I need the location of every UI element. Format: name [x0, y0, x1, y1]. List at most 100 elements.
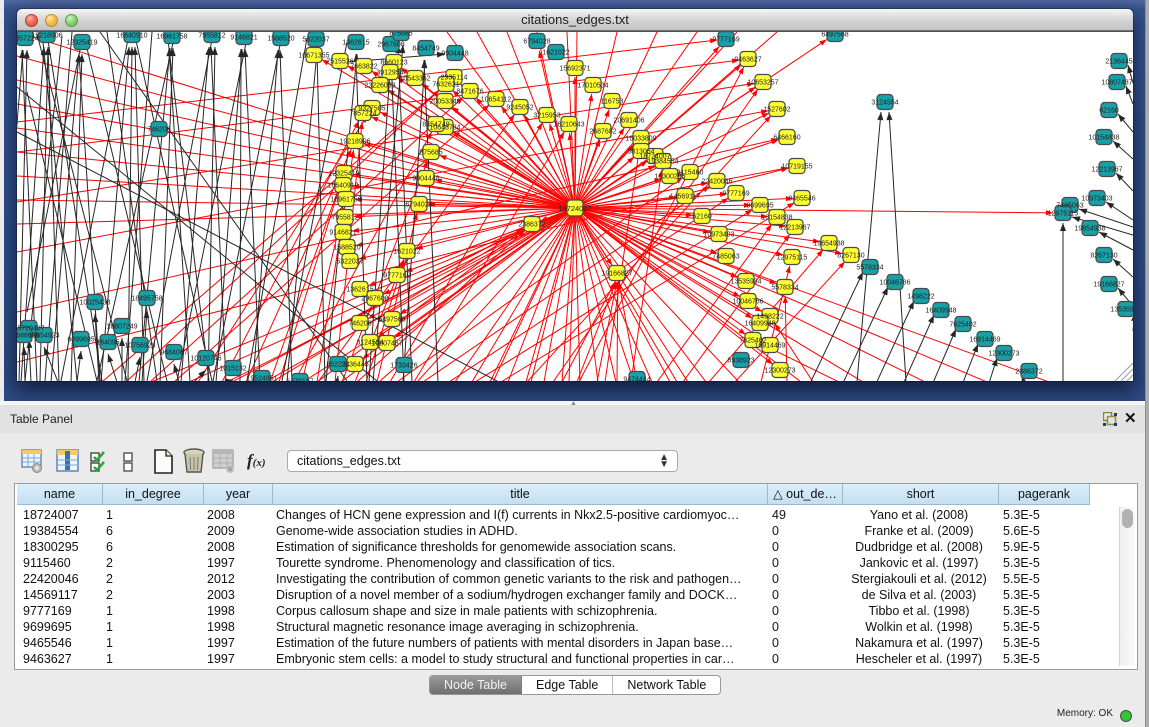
- svg-text:15720407: 15720407: [17, 326, 45, 333]
- svg-text:9245052: 9245052: [506, 105, 533, 112]
- svg-text:5322037: 5322037: [302, 37, 329, 44]
- svg-text:16914469: 16914469: [969, 337, 1000, 344]
- svg-text:9463627: 9463627: [734, 57, 761, 64]
- svg-text:1621022: 1621022: [542, 50, 569, 57]
- svg-text:7857224: 7857224: [349, 111, 376, 118]
- svg-text:7955812: 7955812: [331, 215, 358, 222]
- svg-text:2935114: 2935114: [441, 75, 468, 82]
- svg-text:12300273: 12300273: [764, 368, 795, 375]
- svg-text:19218906: 19218906: [339, 139, 370, 146]
- svg-text:1527602: 1527602: [763, 107, 790, 114]
- svg-text:164095: 164095: [96, 340, 119, 347]
- svg-text:9777169: 9777169: [712, 37, 739, 44]
- svg-text:1588520: 1588520: [333, 245, 360, 252]
- svg-text:7663822: 7663822: [350, 64, 377, 71]
- svg-text:1733426: 1733426: [390, 363, 417, 370]
- svg-text:12300273: 12300273: [988, 351, 1019, 358]
- svg-text:16210643: 16210643: [553, 122, 584, 129]
- svg-text:746206: 746206: [147, 127, 170, 134]
- svg-text:62160: 62160: [1099, 108, 1119, 115]
- svg-text:1362615: 1362615: [346, 287, 373, 294]
- svg-text:16914469: 16914469: [754, 343, 785, 350]
- svg-text:10671355: 10671355: [298, 53, 329, 60]
- svg-text:10807487: 10807487: [371, 341, 402, 348]
- svg-text:10807487: 10807487: [1101, 80, 1132, 87]
- svg-text:9474444: 9474444: [623, 377, 650, 382]
- svg-text:13535934: 13535934: [1110, 307, 1133, 314]
- svg-text:12213967: 12213967: [1091, 167, 1122, 174]
- svg-text:2136445: 2136445: [1105, 59, 1132, 66]
- svg-text:8660123: 8660123: [380, 60, 407, 67]
- svg-text:12975115: 12975115: [1048, 211, 1079, 218]
- svg-text:16409948: 16409948: [744, 321, 775, 328]
- svg-text:9904448: 9904448: [441, 51, 468, 58]
- svg-text:19524851: 19524851: [246, 376, 277, 382]
- svg-text:1588520: 1588520: [267, 36, 294, 43]
- svg-text:9684067: 9684067: [160, 350, 187, 357]
- svg-text:62160: 62160: [692, 214, 712, 221]
- svg-text:20691406: 20691406: [613, 118, 644, 125]
- svg-text:18495758: 18495758: [131, 296, 162, 303]
- svg-text:22420046: 22420046: [701, 179, 732, 186]
- svg-text:19384554: 19384554: [647, 159, 678, 166]
- svg-text:20053346: 20053346: [429, 99, 460, 106]
- svg-text:5322037: 5322037: [336, 259, 363, 266]
- svg-text:10973403: 10973403: [703, 232, 734, 239]
- svg-text:10756928: 10756928: [124, 343, 155, 350]
- svg-text:16033809: 16033809: [625, 136, 656, 143]
- svg-text:13654923: 13654923: [28, 333, 59, 340]
- svg-text:6497568: 6497568: [378, 317, 405, 324]
- svg-text:875685: 875685: [419, 150, 442, 157]
- svg-text:7485063: 7485063: [712, 254, 739, 261]
- svg-text:6479197: 6479197: [286, 379, 313, 382]
- svg-text:8267130: 8267130: [837, 253, 864, 260]
- svg-text:19166827: 19166827: [1093, 282, 1124, 289]
- svg-text:16640910: 16640910: [116, 33, 147, 40]
- svg-text:3215953: 3215953: [533, 113, 560, 120]
- svg-text:8454749: 8454749: [412, 46, 439, 53]
- svg-text:8267130: 8267130: [1090, 253, 1117, 260]
- svg-text:10654112: 10654112: [481, 97, 512, 104]
- svg-text:1362615: 1362615: [342, 40, 369, 47]
- svg-text:12325419: 12325419: [328, 171, 359, 178]
- svg-text:1015132: 1015132: [219, 366, 246, 373]
- svg-text:9904448: 9904448: [412, 176, 439, 183]
- svg-text:1498222: 1498222: [907, 294, 934, 301]
- svg-text:7955812: 7955812: [198, 33, 225, 40]
- svg-text:13535934: 13535934: [730, 279, 761, 286]
- svg-text:10653257: 10653257: [747, 80, 778, 87]
- svg-text:116753: 116753: [601, 99, 624, 106]
- svg-text:16640910: 16640910: [327, 183, 358, 190]
- svg-text:3124554: 3124554: [871, 100, 898, 107]
- svg-text:9699695: 9699695: [746, 203, 773, 210]
- svg-text:2136445: 2136445: [341, 362, 368, 369]
- svg-text:10046786: 10046786: [732, 299, 763, 306]
- svg-text:6794028: 6794028: [405, 202, 432, 209]
- svg-text:6794028: 6794028: [523, 39, 550, 46]
- svg-text:8454749: 8454749: [422, 122, 449, 129]
- svg-text:7625402: 7625402: [949, 322, 976, 329]
- svg-text:7485063: 7485063: [1056, 203, 1083, 210]
- svg-text:10154838: 10154838: [761, 215, 792, 222]
- svg-text:1621022: 1621022: [393, 249, 420, 256]
- svg-text:19654938: 19654938: [813, 241, 844, 248]
- svg-text:17010534: 17010534: [577, 83, 608, 90]
- svg-text:16961758: 16961758: [156, 34, 187, 41]
- svg-text:9465546: 9465546: [788, 196, 815, 203]
- svg-text:6466160: 6466160: [773, 135, 800, 142]
- svg-text:9777169: 9777169: [722, 191, 749, 198]
- svg-text:16961758: 16961758: [330, 197, 361, 204]
- svg-text:6497568: 6497568: [821, 32, 848, 39]
- svg-text:18724007: 18724007: [558, 204, 591, 213]
- svg-text:9146821: 9146821: [329, 230, 356, 237]
- svg-text:19166827: 19166827: [601, 271, 632, 278]
- svg-text:23226053: 23226053: [364, 83, 395, 90]
- svg-text:8471676: 8471676: [456, 89, 483, 96]
- svg-text:10046786: 10046786: [879, 280, 910, 287]
- svg-text:18807249: 18807249: [106, 324, 137, 331]
- svg-text:9777169: 9777169: [383, 273, 410, 280]
- svg-text:5578334: 5578334: [856, 265, 883, 272]
- svg-text:9115460: 9115460: [677, 170, 704, 177]
- svg-text:19654938: 19654938: [1074, 226, 1105, 233]
- svg-text:16409948: 16409948: [925, 308, 956, 315]
